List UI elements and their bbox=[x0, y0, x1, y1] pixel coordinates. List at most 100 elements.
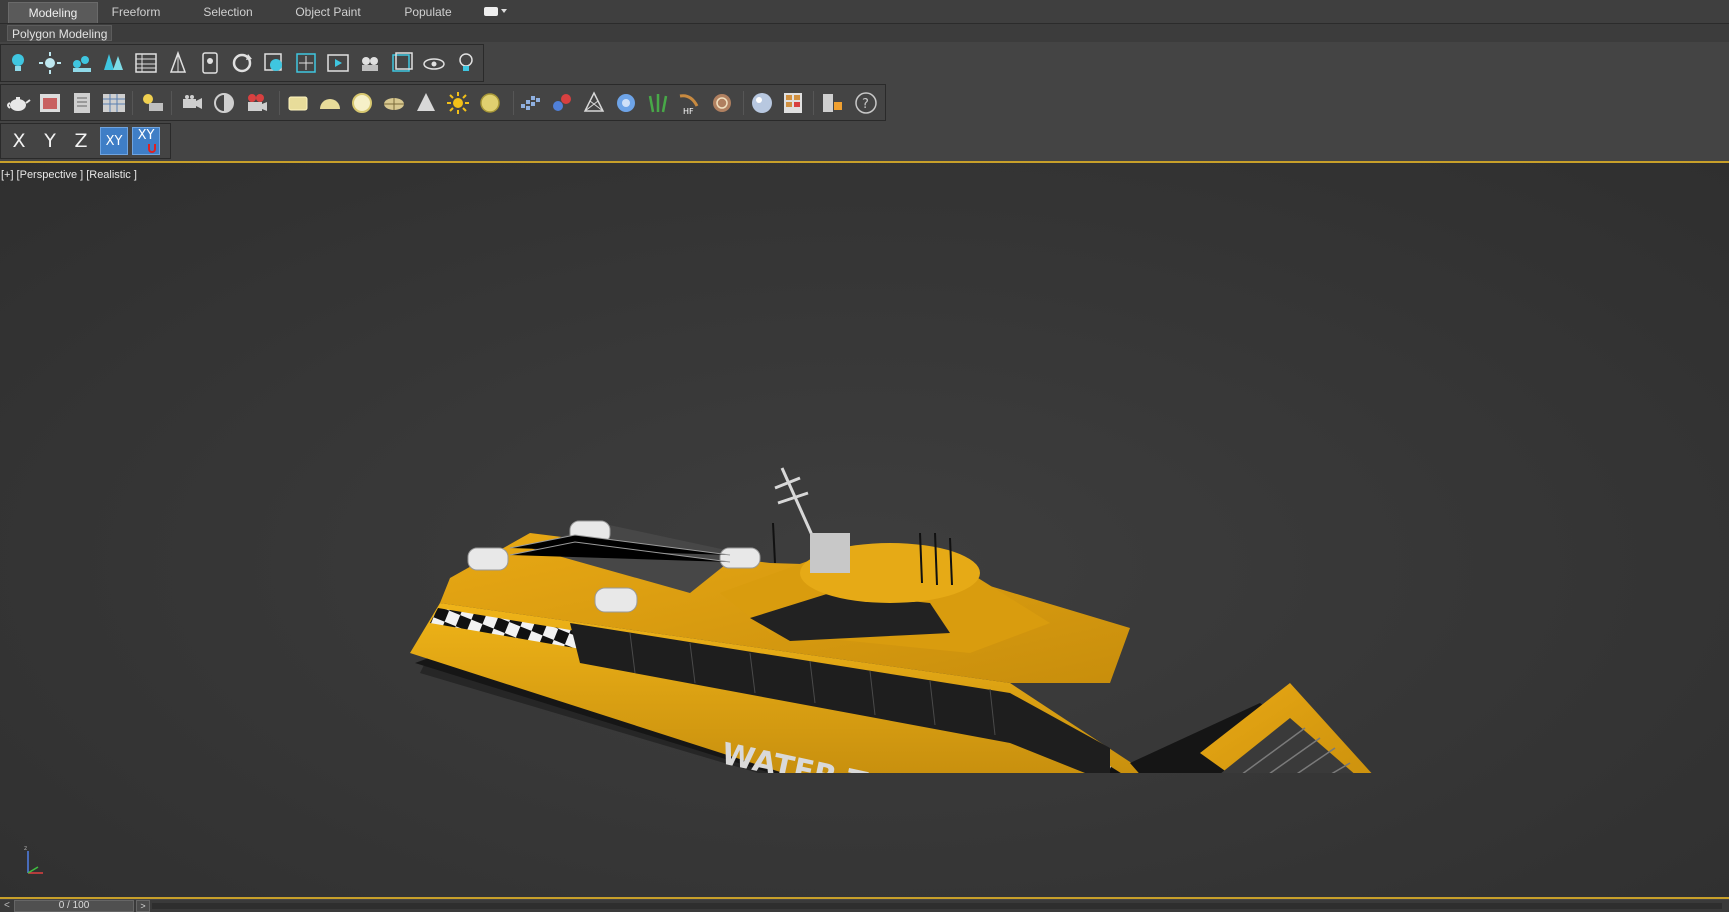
multi-camera-button[interactable] bbox=[243, 90, 269, 116]
axis-xy-plane-button[interactable]: XY bbox=[100, 127, 128, 155]
tab-selection[interactable]: Selection bbox=[190, 2, 266, 23]
light-crowd-button[interactable] bbox=[69, 50, 95, 76]
sphere-icon bbox=[352, 93, 372, 113]
perspective-viewport[interactable]: [+] [Perspective ] [Realistic ] z bbox=[0, 161, 1729, 899]
safe-frame-button[interactable] bbox=[389, 50, 415, 76]
timeline-prev-button[interactable]: < bbox=[4, 901, 14, 911]
eye-icon bbox=[423, 58, 445, 70]
eye-view-button[interactable] bbox=[421, 50, 447, 76]
material-grid-icon bbox=[784, 93, 802, 113]
camera-preview-button[interactable] bbox=[325, 50, 351, 76]
omni-light-button[interactable] bbox=[37, 50, 63, 76]
sun-create-button[interactable] bbox=[445, 90, 471, 116]
light-list-button[interactable] bbox=[133, 50, 159, 76]
toolbar-separator bbox=[813, 91, 814, 115]
sky-create-button[interactable] bbox=[477, 90, 503, 116]
target-icon bbox=[296, 53, 316, 73]
daylight-icon bbox=[264, 53, 282, 71]
panel-title-polygon-modeling[interactable]: Polygon Modeling bbox=[7, 25, 113, 41]
scene-explorer-button[interactable] bbox=[819, 90, 845, 116]
frame-icon bbox=[392, 52, 413, 72]
camera-crowd-icon bbox=[362, 57, 378, 71]
camera-crowd-button[interactable] bbox=[357, 50, 383, 76]
geosphere-create-button[interactable] bbox=[381, 90, 407, 116]
tab-populate[interactable]: Populate bbox=[392, 2, 464, 23]
tripod-z-label: z bbox=[24, 845, 27, 852]
axis-y-button[interactable]: Y bbox=[36, 127, 64, 155]
light-crowd-icon bbox=[73, 56, 91, 72]
render-frame-button[interactable] bbox=[37, 90, 63, 116]
ribbon-panel-bar: Polygon Modeling bbox=[0, 24, 1729, 42]
render-setup-button[interactable] bbox=[69, 90, 95, 116]
explorer-icon bbox=[823, 94, 842, 112]
world-axis-tripod-icon: z bbox=[24, 845, 43, 874]
tab-freeform[interactable]: Freeform bbox=[100, 2, 172, 23]
particles-icon bbox=[521, 96, 540, 110]
sunlight-button[interactable] bbox=[229, 50, 255, 76]
tab-object-paint[interactable]: Object Paint bbox=[286, 2, 370, 23]
axis-z-button[interactable]: Z bbox=[67, 127, 95, 155]
axis-x-button[interactable]: X bbox=[5, 127, 33, 155]
hair-fur-button[interactable]: HF bbox=[677, 90, 703, 116]
ribbon-options-dropdown[interactable] bbox=[482, 5, 510, 20]
help-icon: ? bbox=[855, 92, 877, 114]
shell-button[interactable] bbox=[709, 90, 735, 116]
snowflake-button[interactable] bbox=[613, 90, 639, 116]
axis-constraints-toolbar: X Y Z XY XY bbox=[0, 123, 171, 159]
camera-button[interactable] bbox=[179, 90, 205, 116]
plane-create-button[interactable] bbox=[285, 90, 311, 116]
light-bulb-button[interactable] bbox=[5, 50, 31, 76]
hemisphere-create-button[interactable] bbox=[317, 90, 343, 116]
material-browser-button[interactable] bbox=[781, 90, 807, 116]
play-icon bbox=[327, 54, 349, 72]
timeline-bar: < 0 / 100 > bbox=[0, 900, 1729, 912]
particle-button[interactable] bbox=[517, 90, 543, 116]
time-slider[interactable]: 0 / 100 bbox=[14, 900, 134, 912]
viewport-view-menu[interactable]: [Perspective ] bbox=[17, 169, 84, 181]
axis-xy-snap-label: XY bbox=[137, 128, 155, 143]
camera-target-button[interactable] bbox=[293, 50, 319, 76]
foliage-light-button[interactable] bbox=[101, 50, 127, 76]
light-placement-icon bbox=[143, 94, 163, 111]
chevron-down-icon bbox=[501, 9, 507, 13]
material-editor-button[interactable] bbox=[101, 90, 127, 116]
timeline-next-button[interactable]: > bbox=[136, 900, 150, 912]
viewport-menu-plus[interactable]: [+] bbox=[1, 169, 14, 181]
render-create-toolbar: HF ? bbox=[0, 84, 886, 121]
sphere-create-button[interactable] bbox=[349, 90, 375, 116]
magnet-icon bbox=[148, 144, 156, 153]
light-lister-button[interactable] bbox=[453, 50, 479, 76]
snowflake-icon bbox=[617, 94, 635, 112]
shell-icon bbox=[713, 94, 731, 112]
cone-create-button[interactable] bbox=[413, 90, 439, 116]
plane-icon bbox=[288, 96, 308, 111]
axis-xy-snap-button[interactable]: XY bbox=[132, 127, 160, 155]
teapot-render-button[interactable] bbox=[5, 90, 31, 116]
lens-icon bbox=[214, 93, 234, 113]
photometric-icon bbox=[202, 52, 218, 74]
envelope-icon bbox=[583, 91, 605, 112]
light-placement-button[interactable] bbox=[139, 90, 165, 116]
camera-icon bbox=[183, 95, 202, 109]
photometric-light-button[interactable] bbox=[197, 50, 223, 76]
list-icon bbox=[135, 53, 157, 73]
daylight-button[interactable] bbox=[261, 50, 287, 76]
tree-icon bbox=[104, 54, 123, 70]
help-button[interactable]: ? bbox=[853, 90, 879, 116]
grass-button[interactable] bbox=[645, 90, 671, 116]
lights-cameras-toolbar bbox=[0, 44, 484, 82]
toolbar-separator bbox=[279, 91, 280, 115]
molecule-button[interactable] bbox=[549, 90, 575, 116]
ribbon-tab-bar: Modeling Freeform Selection Object Paint… bbox=[0, 0, 1729, 24]
spotlight-button[interactable] bbox=[165, 50, 191, 76]
toolbar-separator bbox=[513, 91, 514, 115]
sun-icon bbox=[447, 92, 469, 114]
material-sphere-button[interactable] bbox=[749, 90, 775, 116]
timeline-track[interactable] bbox=[152, 903, 1722, 909]
toolbar-separator bbox=[743, 91, 744, 115]
water-taxi-model[interactable]: WATER TAXI bbox=[410, 323, 1400, 773]
viewport-shading-menu[interactable]: [Realistic ] bbox=[86, 169, 137, 181]
tab-modeling[interactable]: Modeling bbox=[8, 2, 98, 23]
physical-camera-button[interactable] bbox=[211, 90, 237, 116]
envelope-button[interactable] bbox=[581, 90, 607, 116]
